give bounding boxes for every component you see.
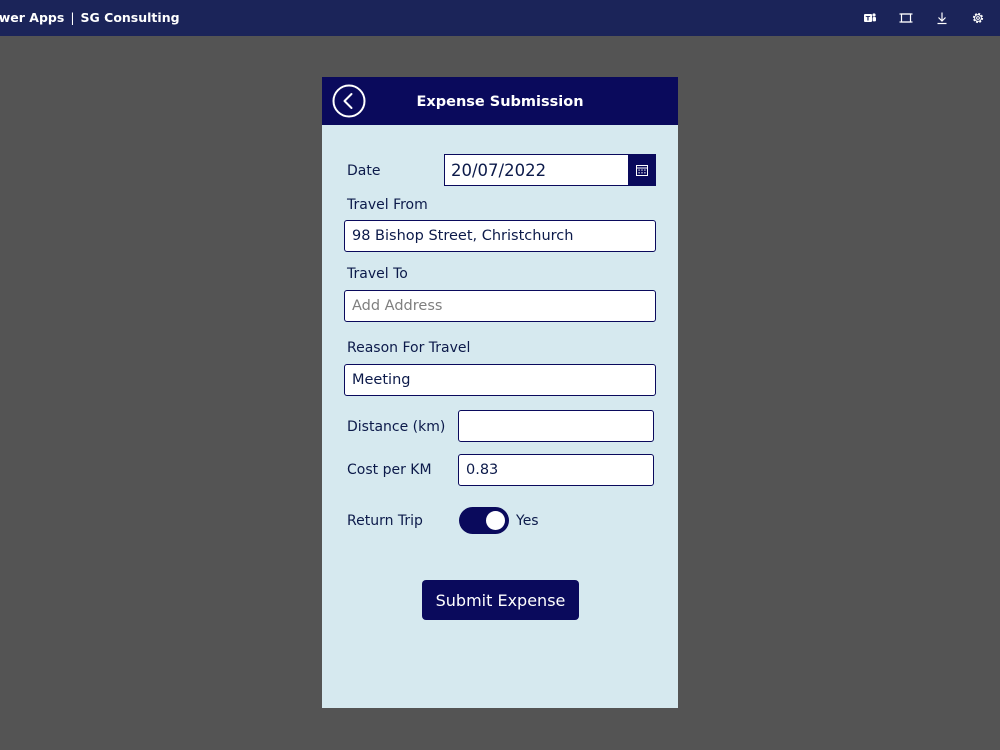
screen-header: Expense Submission (322, 77, 678, 125)
org-name: SG Consulting (80, 10, 180, 25)
settings-icon-glyph (972, 12, 984, 24)
top-bar-actions: T (844, 0, 988, 36)
teams-icon[interactable]: T (860, 8, 880, 28)
title-separator: | (70, 10, 75, 25)
cost-input[interactable] (458, 454, 654, 486)
submit-expense-button[interactable]: Submit Expense (422, 580, 579, 620)
app-screen: Expense Submission Date Travel From Trav… (322, 77, 678, 708)
travel-to-input[interactable] (344, 290, 656, 322)
fullscreen-icon-glyph (899, 13, 913, 23)
travel-from-label: Travel From (347, 197, 428, 213)
download-icon[interactable] (932, 8, 952, 28)
travel-from-input[interactable] (344, 220, 656, 252)
return-trip-label: Return Trip (347, 513, 423, 529)
return-trip-toggle[interactable] (459, 507, 509, 534)
return-trip-state: Yes (516, 513, 539, 529)
travel-to-label: Travel To (347, 266, 408, 282)
back-button[interactable] (332, 84, 366, 118)
settings-icon[interactable] (968, 8, 988, 28)
fullscreen-icon[interactable] (896, 8, 916, 28)
svg-text:T: T (866, 15, 871, 23)
reason-label: Reason For Travel (347, 340, 471, 356)
date-label: Date (347, 163, 381, 179)
toggle-knob (486, 511, 505, 530)
back-arrow-icon (332, 84, 366, 118)
reason-input[interactable] (344, 364, 656, 396)
distance-label: Distance (km) (347, 419, 446, 435)
screen-title: Expense Submission (416, 94, 584, 110)
app-top-bar: Power Apps | SG Consulting T (0, 0, 1000, 36)
app-name: Power Apps (0, 10, 65, 25)
download-icon-glyph (937, 12, 947, 25)
app-title: Power Apps | SG Consulting (0, 0, 260, 36)
distance-input[interactable] (458, 410, 654, 442)
date-picker (444, 154, 656, 186)
cost-label: Cost per KM (347, 462, 432, 478)
teams-icon-glyph: T (864, 13, 876, 23)
calendar-icon (635, 165, 648, 176)
date-input[interactable] (445, 155, 628, 185)
calendar-button[interactable] (628, 155, 655, 185)
